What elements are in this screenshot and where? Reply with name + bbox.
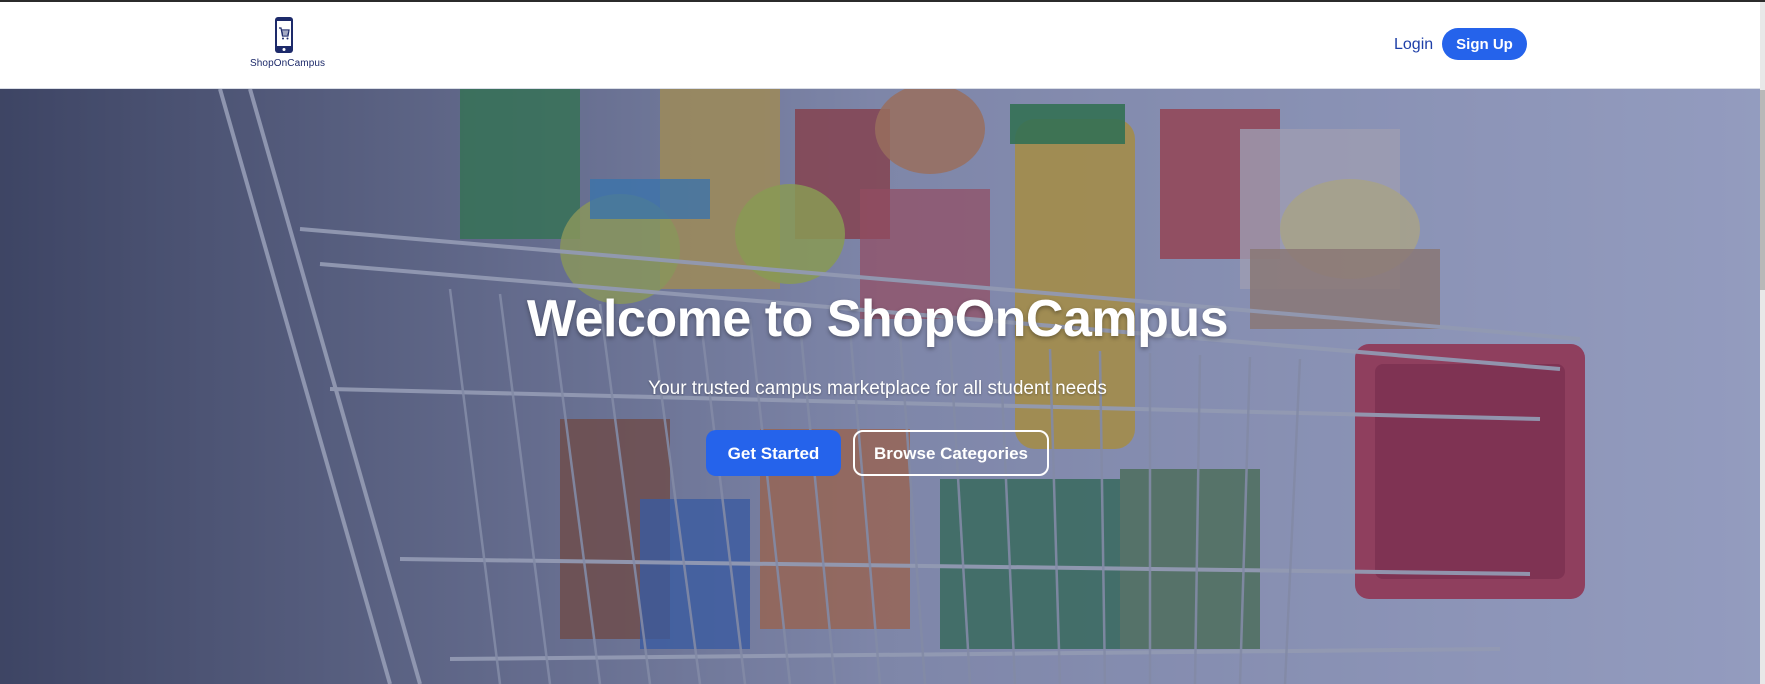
signup-button[interactable]: Sign Up (1442, 28, 1527, 60)
browse-categories-button[interactable]: Browse Categories (853, 430, 1049, 476)
hero-subtitle: Your trusted campus marketplace for all … (648, 378, 1107, 399)
logo-text: ShopOnCampus (250, 58, 326, 69)
logo[interactable]: ShopOnCampus (250, 16, 326, 72)
navbar: ShopOnCampus Login Sign Up (0, 2, 1760, 89)
hero-title: Welcome to ShopOnCampus (526, 290, 1229, 348)
phone-cart-icon (275, 17, 293, 53)
scrollbar-thumb[interactable] (1760, 90, 1765, 290)
hero-section: Welcome to ShopOnCampus Your trusted cam… (0, 89, 1760, 684)
get-started-button[interactable]: Get Started (706, 430, 841, 476)
login-link[interactable]: Login (1394, 36, 1433, 54)
